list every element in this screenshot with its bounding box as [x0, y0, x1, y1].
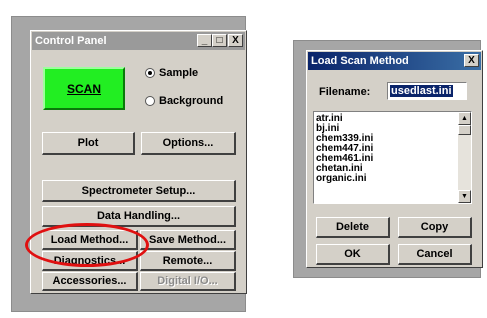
radio-unselected-icon	[145, 96, 155, 106]
file-list[interactable]: atr.ini bj.ini chem339.ini chem447.ini c…	[313, 111, 472, 204]
scroll-thumb[interactable]	[458, 125, 471, 135]
control-panel-window: Control Panel _ □ X SCAN Sample Backgrou…	[30, 30, 247, 294]
close-button[interactable]: X	[228, 34, 243, 47]
filename-label: Filename:	[319, 86, 371, 98]
dialog-close-button[interactable]: X	[464, 54, 479, 67]
radio-sample-label: Sample	[159, 67, 199, 79]
scroll-up-arrow-icon[interactable]: ▲	[458, 112, 471, 125]
copy-button[interactable]: Copy	[398, 217, 472, 238]
filename-input[interactable]: usedlast.ini	[387, 82, 467, 100]
load-scan-method-dialog: Load Scan Method X Filename: usedlast.in…	[306, 50, 483, 268]
radio-background-label: Background	[159, 95, 224, 107]
data-handling-button[interactable]: Data Handling...	[42, 206, 236, 227]
plot-button[interactable]: Plot	[42, 132, 135, 155]
load-scan-title: Load Scan Method	[311, 55, 409, 67]
maximize-button[interactable]: □	[212, 34, 227, 47]
delete-button[interactable]: Delete	[316, 217, 390, 238]
radio-sample[interactable]: Sample	[145, 67, 198, 79]
load-method-button[interactable]: Load Method...	[42, 230, 138, 250]
file-list-item[interactable]: organic.ini	[314, 174, 471, 184]
cancel-button[interactable]: Cancel	[398, 244, 472, 265]
save-method-button[interactable]: Save Method...	[140, 230, 236, 250]
radio-background[interactable]: Background	[145, 95, 223, 107]
scroll-down-arrow-icon[interactable]: ▼	[458, 190, 471, 203]
options-button[interactable]: Options...	[141, 132, 236, 155]
file-list-scrollbar[interactable]: ▲ ▼	[458, 112, 471, 203]
radio-selected-icon	[145, 68, 155, 78]
spectrometer-setup-button[interactable]: Spectrometer Setup...	[42, 180, 236, 202]
control-panel-title: Control Panel	[35, 35, 107, 47]
scan-button[interactable]: SCAN	[43, 67, 125, 110]
ok-button[interactable]: OK	[316, 244, 390, 265]
digital-io-button[interactable]: Digital I/O...	[140, 272, 236, 291]
diagnostics-button[interactable]: Diagnostics...	[42, 251, 138, 271]
filename-value: usedlast.ini	[390, 85, 453, 97]
accessories-button[interactable]: Accessories...	[42, 272, 138, 291]
minimize-button[interactable]: _	[197, 34, 212, 47]
remote-button[interactable]: Remote...	[140, 251, 236, 271]
load-scan-titlebar[interactable]: Load Scan Method	[308, 52, 481, 70]
